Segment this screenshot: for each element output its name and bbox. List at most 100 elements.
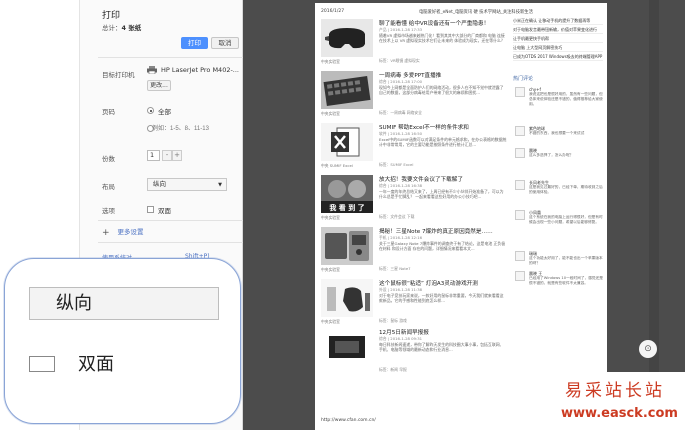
comment-item: 长风老先生 这是我见过最好的，已经下单，期待收到之后的使用体验。: [513, 180, 603, 202]
fit-to-width-icon[interactable]: ⊙: [639, 340, 657, 358]
comment-text: 不错的东西，我也想要一个来试试: [529, 131, 585, 135]
options-label: 选项: [102, 207, 115, 215]
article-item: 中央 SUMIF Excel SUMIF 帮助Excel不一样的条件求和 软件 …: [321, 123, 510, 170]
mouse-thumbnail: [321, 279, 373, 317]
comment-item: chy+f 我说这把也是很好用的，虽然有一些问题，但总体来说体验还是不错的，值得…: [513, 87, 603, 121]
comment-text: 这是我见过最好的，已经下单，期待收到之后的使用体验。: [529, 185, 603, 194]
article-item: 中央实验室 聊了能看懂 给中VR设备还有一个严重隐患！ 产品 | 2016-1-…: [321, 19, 510, 66]
zoom-duplex-label: 双面: [78, 354, 114, 375]
article-excerpt: 现如今上网都是全面防护人们的网络活动，很多人在不知不觉中就泄露了自己的数据，这部…: [379, 85, 504, 96]
print-button[interactable]: 打印: [181, 37, 208, 49]
page-footer-url: http://www.cfan.com.cn/: [321, 418, 376, 423]
avatar: [515, 251, 525, 261]
article-title: 12月5日新闻早报报: [379, 330, 429, 336]
vr-headset-thumbnail: [321, 19, 373, 57]
pages-label: 页码: [102, 108, 115, 116]
page-header-title: 电脑爱好者_eNet_电脑资讯 硬 技术学网站_关注科技新生活: [419, 10, 533, 15]
printer-name[interactable]: HP LaserJet Pro M402-...: [161, 66, 239, 74]
watermark-line2: www.easck.com: [561, 406, 678, 421]
watermark-line1: 易采站长站: [565, 381, 665, 401]
article-tags: 标签：一周病毒 网络安全: [379, 110, 422, 115]
excel-icon-thumbnail: [321, 123, 373, 161]
article-tags: 标签：三星 Note7: [379, 266, 411, 271]
article-tags: 标签：新闻 早报: [379, 367, 407, 372]
comment-item: 晨晓 这么多选择了，怎么办呢？: [513, 148, 603, 168]
keyboard-thumbnail: [321, 71, 373, 109]
article-item: 我 看 到 了 中央实验室 放大招！我要文件会议了下载解了 综合 | 2016-…: [321, 175, 510, 222]
layout-select-value: 纵向: [153, 180, 166, 188]
layout-label: 布局: [102, 183, 115, 191]
article-tags: 标签：文件会议 下载: [379, 214, 415, 219]
comment-text: 这个功能太好用了，能不能也出一个苹果版本的呀？: [529, 256, 603, 265]
comment-text: 这个系统在我的电脑上运行得很好，但是有时候会出现一些小问题，希望以后能够修复。: [529, 215, 603, 224]
printer-icon: [147, 66, 157, 74]
change-printer-button[interactable]: 更改...: [147, 80, 171, 91]
article-excerpt: 关于三星Galaxy Note 7爆炸事件的调查终于有了结论，这是电池 正负极在…: [379, 241, 506, 252]
avatar: [515, 148, 525, 158]
sheet-total-label: 总计：: [102, 24, 122, 32]
avatar: [515, 271, 525, 281]
article-tags: 标签：VR眼镜 虚拟现实: [379, 58, 420, 63]
article-excerpt: 一年一度的年终总结又来了，上周已经有不少小伙伴开始准备了，可以为什么总是手忙脚乱…: [379, 189, 504, 200]
pages-all-radio[interactable]: [147, 107, 154, 114]
article-item: 中央实验室 这个鼠标很“粘适” 灯泡A3灵动游戏开测 外设 | 2016-1-2…: [321, 279, 510, 326]
sidebar-link: 已成为OTDS 2017 Windows吸去的终端管理APP: [513, 54, 603, 61]
comment-item: 瑞瑞 这个功能太好用了，能不能也出一个苹果版本的呀？: [513, 251, 603, 266]
article-category: 中央实验室: [321, 319, 340, 324]
duplex-label: 双面: [158, 207, 171, 215]
comment-text: 这么多选择了，怎么办呢？: [529, 153, 574, 157]
avatar: [515, 210, 525, 220]
print-title: 打印: [102, 11, 121, 21]
comment-item: 晨晓 王 已经用了Windows 10一段时间了，感觉还是很不错的，就是有些软件…: [513, 271, 603, 305]
pages-range-input[interactable]: [150, 124, 233, 134]
copies-decrement-button[interactable]: -: [162, 150, 172, 161]
article-category: 中央实验室: [321, 267, 340, 272]
duplex-checkbox[interactable]: [147, 206, 154, 213]
preview-scrollbar[interactable]: [649, 0, 659, 430]
sheet-total: 总计：4 张纸: [102, 22, 141, 32]
site-watermark: 易采站长站 www.easck.com: [545, 372, 685, 430]
copies-increment-button[interactable]: +: [172, 150, 182, 161]
avatar: [515, 180, 525, 190]
sidebar-link: 让手机最更快手机帮: [513, 36, 603, 43]
article-excerpt: 随着VR 虚拟市场越来越热门化！看到其其中大部分的厂商都和 电脑 连接在技术上以…: [379, 33, 505, 44]
comments-heading: 热门评论: [513, 76, 534, 82]
divider: [98, 57, 243, 58]
phone-parts-thumbnail: [321, 227, 373, 265]
article-category: 中央实验室: [321, 215, 340, 220]
more-settings-link[interactable]: + 更多设置: [102, 226, 144, 238]
article-title: SUMIF 帮助Excel不一样的条件求和: [379, 125, 469, 131]
article-excerpt: 每日科技新闻速递，带你了解昨天发生的科技圈大事小事，包括互联网、手机、电脑等领域…: [379, 342, 504, 353]
sidebar-link: 让电脑 上大型网页解密技巧: [513, 45, 603, 52]
sidebar-link: 小米正在确认 让移动手机的提升了数据再等: [513, 18, 603, 25]
cpu-chip-thumbnail: [321, 328, 373, 366]
article-tags: 标签：鼠标 游戏: [379, 318, 407, 323]
chevron-down-icon: ▼: [218, 182, 222, 188]
article-title: 揭秘！三星Note 7爆炸的真正原因竟然是……: [379, 229, 493, 235]
sidebar-link: 对于电脑发言最带钮新输，价值对苹果变化进行: [513, 27, 603, 34]
article-category: 中央实验室: [321, 111, 340, 116]
layout-select[interactable]: 纵向 ▼: [147, 178, 227, 191]
preview-page: 2016/1/27 电脑爱好者_eNet_电脑资讯 硬 技术学网站_关注科技新生…: [315, 3, 607, 430]
comment-text: 已经用了Windows 10一段时间了，感觉还是很不错的，就是有些软件不太兼容。: [529, 276, 603, 285]
avatar: [515, 126, 525, 136]
copies-input[interactable]: 1: [147, 150, 160, 161]
article-category: 中央实验室: [321, 59, 340, 64]
article-item: 12月5日新闻早报报 综合 | 2016-1-28 09:31 每日科技新闻速递…: [321, 328, 510, 375]
svg-text:我 看 到 了: 我 看 到 了: [329, 203, 364, 212]
cancel-button[interactable]: 取消: [211, 37, 239, 49]
print-preview-area: 2016/1/27 电脑爱好者_eNet_电脑资讯 硬 技术学网站_关注科技新生…: [243, 0, 685, 430]
divider: [98, 220, 243, 221]
article-item: 中央实验室 一周病毒 多爱PPT直播推 综合 | 2016-1-28 17:00…: [321, 71, 510, 118]
destination-label: 目标打印机: [102, 71, 135, 79]
article-item: 中央实验室 揭秘！三星Note 7爆炸的真正原因竟然是…… 手机 | 2016-…: [321, 227, 510, 274]
pages-all-label: 全部: [158, 108, 171, 116]
article-title: 这个鼠标很“粘适” 灯泡A3灵动游戏开测: [379, 281, 478, 287]
comment-item: 紫色地球 不错的东西，我也想要一个来试试: [513, 126, 603, 146]
zoom-layout-select: 纵向: [29, 287, 219, 320]
zoom-callout: 纵向 双面: [4, 258, 241, 424]
article-title: 一周病毒 多爱PPT直播推: [379, 73, 442, 79]
comment-item: 小凤凰 这个系统在我的电脑上运行得很好，但是有时候会出现一些小问题，希望以后能够…: [513, 210, 603, 244]
plus-icon: +: [102, 228, 110, 238]
more-settings-label: 更多设置: [117, 228, 144, 236]
